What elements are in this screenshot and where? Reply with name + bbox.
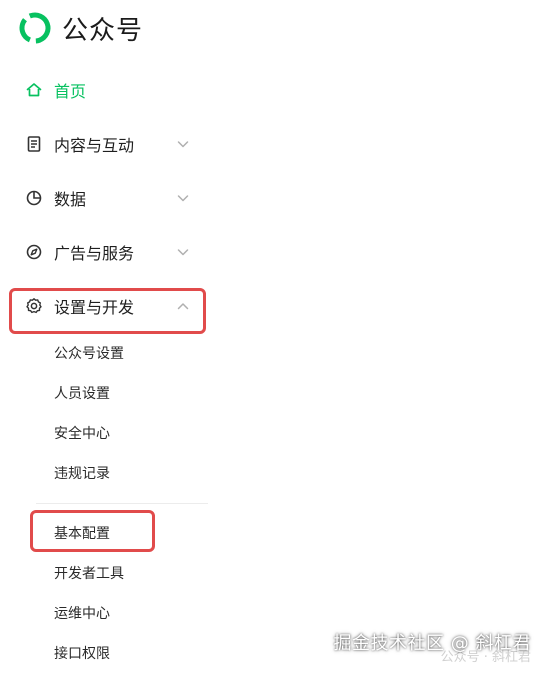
nav-item-data[interactable]: 数据 (18, 178, 203, 218)
sub-item-basic-config[interactable]: 基本配置 (54, 519, 110, 547)
nav-item-ads-services[interactable]: 广告与服务 (18, 232, 203, 272)
nav-item-settings-development-label: 设置与开发 (54, 298, 135, 317)
nav-item-data-label: 数据 (54, 190, 87, 209)
chevron-down-icon (175, 136, 191, 152)
wechat-official-account-logo-icon (19, 12, 51, 44)
sub-item-ops-center[interactable]: 运维中心 (54, 599, 110, 627)
sub-item-violation-records[interactable]: 违规记录 (54, 459, 110, 487)
nav-item-ads-services-label: 广告与服务 (54, 244, 135, 263)
brand-header: 公众号 (18, 10, 143, 46)
nav-item-content-interaction[interactable]: 内容与互动 (18, 124, 203, 164)
gear-icon (24, 296, 44, 316)
pie-chart-icon (24, 188, 44, 208)
sub-item-security-center[interactable]: 安全中心 (54, 419, 110, 447)
nav-item-content-interaction-label: 内容与互动 (54, 136, 135, 155)
document-icon (24, 134, 44, 154)
sub-item-account-settings[interactable]: 公众号设置 (54, 339, 124, 367)
section-divider (36, 503, 208, 504)
sub-item-developer-tools[interactable]: 开发者工具 (54, 559, 124, 587)
compass-icon (24, 242, 44, 262)
nav-item-home-label: 首页 (54, 82, 87, 101)
home-icon (24, 80, 44, 100)
nav-item-settings-development[interactable]: 设置与开发 (18, 286, 203, 326)
chevron-up-icon (175, 298, 191, 314)
chevron-down-icon (175, 244, 191, 260)
brand-title: 公众号 (62, 15, 144, 46)
nav-item-home[interactable]: 首页 (18, 70, 203, 110)
chevron-down-icon (175, 190, 191, 206)
sub-item-member-settings[interactable]: 人员设置 (54, 379, 110, 407)
watermark: 掘金技术社区 @ 斜杠君 (333, 633, 531, 654)
sub-item-api-permissions[interactable]: 接口权限 (54, 639, 110, 667)
